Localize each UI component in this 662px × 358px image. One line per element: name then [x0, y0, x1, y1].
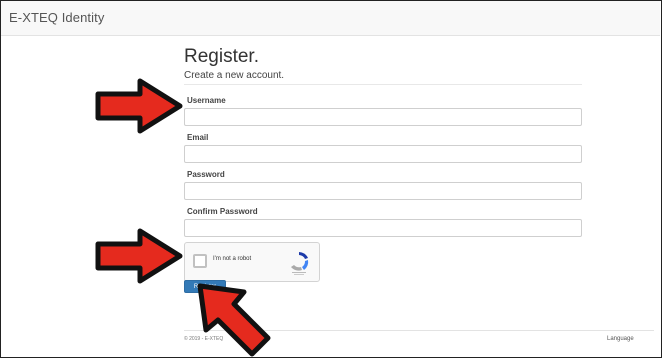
arrow-right-icon-username [95, 78, 183, 134]
register-page: Register. Create a new account. Username… [0, 0, 662, 358]
divider [184, 84, 582, 85]
password-label: Password [187, 170, 225, 179]
recaptcha-label: I'm not a robot [213, 256, 252, 262]
arrow-up-left-icon-register [197, 283, 271, 357]
page-subtitle: Create a new account. [184, 70, 285, 81]
recaptcha-checkbox[interactable] [193, 254, 207, 268]
confirm-password-field[interactable] [184, 219, 582, 237]
recaptcha-widget: I'm not a robot [184, 242, 320, 282]
username-label: Username [187, 96, 226, 105]
confirm-password-label: Confirm Password [187, 207, 258, 216]
language-selector[interactable]: Language [607, 336, 634, 342]
password-field[interactable] [184, 182, 582, 200]
page-title: Register. [184, 46, 259, 67]
recaptcha-logo-icon [291, 252, 309, 275]
arrow-right-icon-captcha [95, 228, 183, 284]
email-label: Email [187, 133, 209, 142]
email-field[interactable] [184, 145, 582, 163]
username-field[interactable] [184, 108, 582, 126]
